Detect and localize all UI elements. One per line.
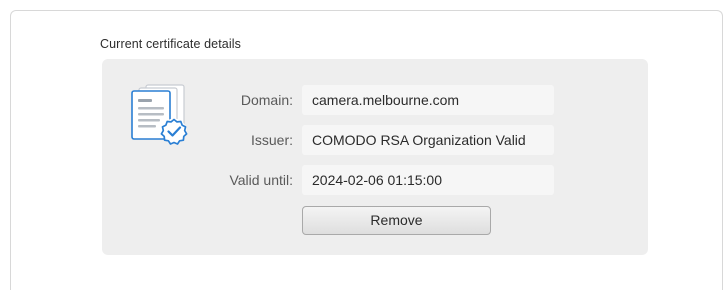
valid-until-value: 2024-02-06 01:15:00 — [302, 165, 554, 195]
issuer-value: COMODO RSA Organization Valid — [302, 125, 554, 155]
section-title: Current certificate details — [100, 37, 241, 51]
domain-value: camera.melbourne.com — [302, 85, 554, 115]
remove-certificate-button[interactable]: Remove — [302, 206, 491, 235]
issuer-label: Issuer: — [250, 132, 293, 148]
domain-label: Domain: — [240, 92, 293, 108]
valid-until-label: Valid until: — [229, 172, 293, 188]
